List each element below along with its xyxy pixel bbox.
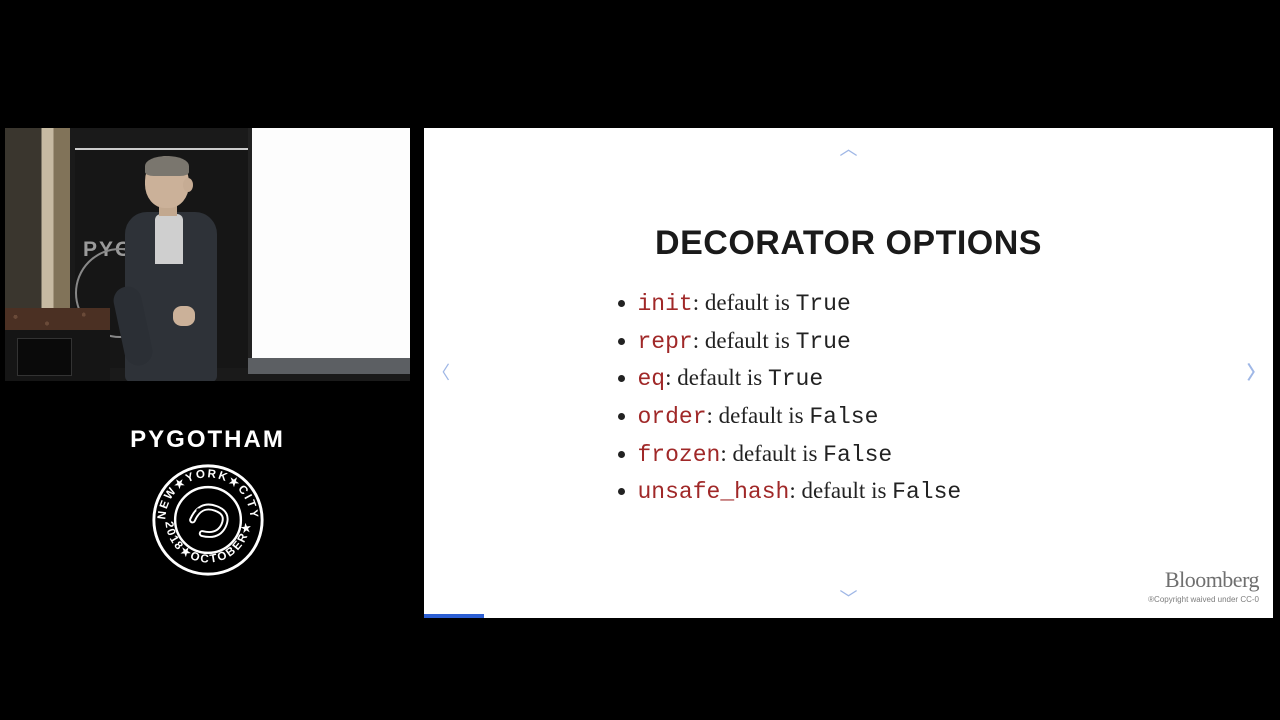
bullet-value: False xyxy=(809,404,878,430)
bullet-keyword: eq xyxy=(638,366,666,392)
slide-progress-bar xyxy=(424,614,484,618)
slide-bullet: frozen: default is False xyxy=(638,436,1084,474)
bullet-keyword: repr xyxy=(638,329,693,355)
svg-text:2018★OCTOBER★: 2018★OCTOBER★ xyxy=(162,520,254,566)
bullet-text: : default is xyxy=(693,328,796,353)
speaker-person xyxy=(115,156,225,381)
event-logo: PYGOTHAM NEW★YORK★CITY 2018★OCTOBER★ xyxy=(100,426,315,578)
bullet-keyword: order xyxy=(638,404,707,430)
bullet-value: False xyxy=(892,479,961,505)
projector-screen-edge xyxy=(248,128,410,358)
bullet-keyword: init xyxy=(638,291,693,317)
bullet-keyword: frozen xyxy=(638,442,721,468)
bullet-text: : default is xyxy=(789,478,892,503)
slide-bullet: eq: default is True xyxy=(638,360,1084,398)
projector-screen-frame xyxy=(248,358,410,374)
lectern-monitor xyxy=(17,338,72,376)
event-seal-icon: NEW★YORK★CITY 2018★OCTOBER★ xyxy=(150,462,266,578)
slide-title: DECORATOR OPTIONS xyxy=(424,224,1273,263)
bullet-value: True xyxy=(768,366,823,392)
seal-bottom-text: 2018★OCTOBER★ xyxy=(162,520,254,566)
footer-copyright: ®Copyright waived under CC-0 xyxy=(1148,595,1259,604)
bullet-text: : default is xyxy=(707,403,810,428)
slide-bullet: unsafe_hash: default is False xyxy=(638,473,1084,511)
bullet-text: : default is xyxy=(693,290,796,315)
nav-down-arrow[interactable]: ﹀ xyxy=(840,590,858,608)
bullet-value: True xyxy=(796,291,851,317)
presentation-slide: ︿ ﹀ 〈 〉 DECORATOR OPTIONS init: default … xyxy=(424,128,1273,618)
speaker-camera: PYG HAM xyxy=(5,128,410,381)
event-name: PYGOTHAM xyxy=(100,426,315,454)
slide-bullet: repr: default is True xyxy=(638,323,1084,361)
slide-footer: Bloomberg ®Copyright waived under CC-0 xyxy=(1148,567,1259,604)
slide-bullet-list: init: default is Truerepr: default is Tr… xyxy=(614,285,1084,511)
bullet-text: : default is xyxy=(720,441,823,466)
bullet-value: False xyxy=(823,442,892,468)
slide-bullet: order: default is False xyxy=(638,398,1084,436)
svg-text:NEW★YORK★CITY: NEW★YORK★CITY xyxy=(155,467,261,520)
bullet-text: : default is xyxy=(665,365,768,390)
slide-bullet: init: default is True xyxy=(638,285,1084,323)
bullet-keyword: unsafe_hash xyxy=(638,479,790,505)
footer-brand: Bloomberg xyxy=(1148,567,1259,593)
nav-up-arrow[interactable]: ︿ xyxy=(840,140,858,158)
seal-top-text: NEW★YORK★CITY xyxy=(155,467,261,520)
lectern-top xyxy=(5,308,110,330)
bullet-value: True xyxy=(796,329,851,355)
